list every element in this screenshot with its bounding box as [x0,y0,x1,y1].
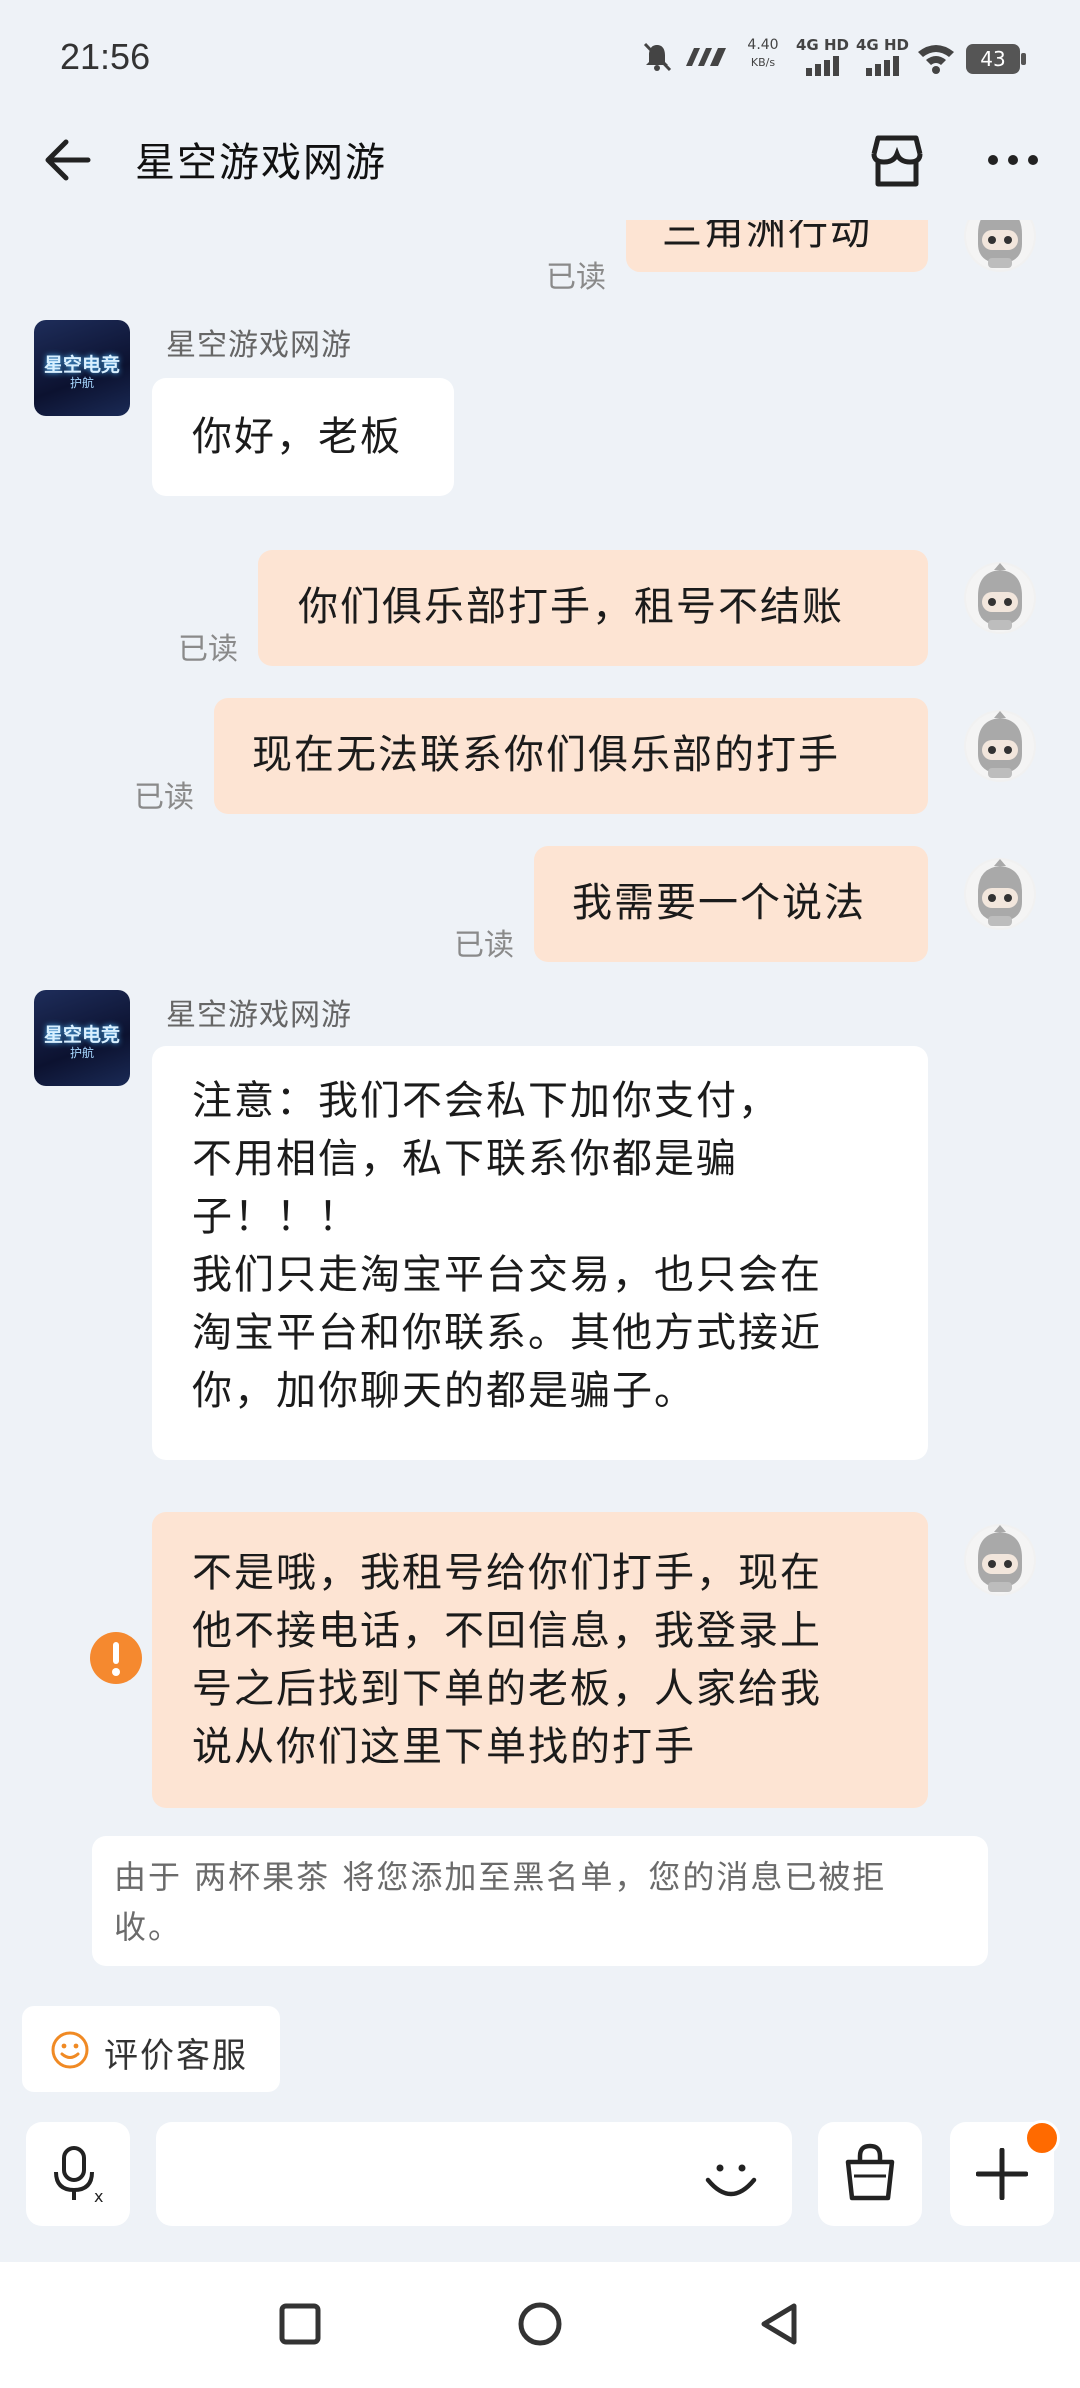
plus-icon [976,2148,1028,2200]
smiley-icon [51,2031,89,2069]
message-line: 我们只走淘宝平台交易，也只会在 [192,1252,822,1298]
message-text: 我需要一个说法 [572,880,866,926]
status-bar: 21:56 4.40 KB/s 4G HD 4G HD 43 [0,0,1080,110]
message-bubble-outgoing[interactable]: 三角洲行动 [626,220,928,272]
self-avatar [964,562,1036,634]
chat-title: 星空游戏网游 [135,140,387,186]
robot-avatar-icon [966,711,1034,780]
signal-bars-icon [806,56,839,76]
status-time: 21:56 [60,36,151,77]
rate-service-label: 评价客服 [104,2036,248,2076]
message-list[interactable]: 三角洲行动 已读 星空电竞 护航 星空游戏网游 你好，老板 你们俱乐部打手，租号… [0,220,1080,2000]
read-receipt: 已读 [134,780,194,815]
message-line: 不用相信，私下联系你都是骗 [192,1136,738,1182]
blacklist-notice: 由于 两杯果茶 将您添加至黑名单，您的消息已被拒 收。 [92,1836,988,1966]
robot-avatar-icon [966,859,1034,928]
signal-1-label: 4G HD [796,36,849,54]
message-line: 不是哦，我租号给你们打手，现在 [192,1550,822,1596]
message-line: 号之后找到下单的老板，人家给我 [192,1666,822,1712]
shop-avatar-text: 星空电竞 [43,354,120,376]
sender-name: 星空游戏网游 [166,998,352,1033]
system-navigation-bar [0,2262,1080,2388]
back-icon[interactable] [756,2300,802,2348]
battery-level: 43 [980,47,1006,71]
message-bubble-outgoing[interactable]: 你们俱乐部打手，租号不结账 [258,550,928,666]
notice-line: 收。 [114,1908,183,1946]
shopping-bag-button[interactable] [818,2122,922,2226]
self-avatar [964,220,1036,272]
message-text: 三角洲行动 [662,220,872,254]
wifi-icon [918,45,954,74]
hd-network-icon [686,48,726,66]
voice-input-button[interactable]: x [26,2122,130,2226]
message-bubble-outgoing[interactable]: 现在无法联系你们俱乐部的打手 [214,698,928,814]
net-speed-unit: KB/s [750,56,776,69]
read-receipt: 已读 [178,632,238,667]
battery-indicator: 43 [966,44,1020,74]
message-line: 注意：我们不会私下加你支付， [192,1078,780,1124]
notification-dot [1024,2120,1060,2156]
message-bubble-incoming[interactable]: 注意：我们不会私下加你支付， 不用相信，私下联系你都是骗 子！！！ 我们只走淘宝… [152,1046,928,1460]
send-failed-icon[interactable] [88,1630,144,1686]
signal-2-label: 4G HD [856,36,909,54]
message-input[interactable] [156,2122,792,2226]
svg-text:x: x [94,2187,103,2206]
message-line: 他不接电话，不回信息，我登录上 [192,1608,822,1654]
message-text: 现在无法联系你们俱乐部的打手 [252,732,840,778]
message-text: 你们俱乐部打手，租号不结账 [298,584,844,630]
read-receipt: 已读 [454,928,514,963]
emoji-icon[interactable] [702,2146,760,2204]
shop-avatar[interactable]: 星空电竞 护航 [34,990,130,1086]
mute-bell-icon [643,42,672,72]
message-bubble-incoming[interactable]: 你好，老板 [152,378,454,496]
robot-avatar-icon [966,220,1034,270]
net-speed-value: 4.40 [747,37,779,53]
more-options-icon[interactable] [986,150,1040,170]
message-line: 你，加你聊天的都是骗子。 [192,1368,696,1414]
read-receipt: 已读 [546,260,606,295]
self-avatar [964,710,1036,782]
shop-avatar[interactable]: 星空电竞 护航 [34,320,130,416]
message-line: 子！！！ [192,1194,360,1240]
sender-name: 星空游戏网游 [166,328,352,363]
message-bubble-outgoing-failed[interactable]: 不是哦，我租号给你们打手，现在 他不接电话，不回信息，我登录上 号之后找到下单的… [152,1512,928,1808]
message-text: 你好，老板 [192,414,402,460]
home-icon[interactable] [516,2300,564,2348]
self-avatar [964,1524,1036,1596]
robot-avatar-icon [966,563,1034,632]
message-bubble-outgoing[interactable]: 我需要一个说法 [534,846,928,962]
microphone-icon: x [54,2146,103,2206]
message-line: 说从你们这里下单找的打手 [192,1724,696,1770]
shop-avatar-subtext: 护航 [69,1046,94,1060]
shop-avatar-text: 星空电竞 [43,1024,120,1046]
back-arrow-icon[interactable] [40,132,96,188]
signal-bars-icon [866,56,899,76]
shop-avatar-subtext: 护航 [69,376,94,390]
self-avatar [964,858,1036,930]
store-icon[interactable] [866,130,928,192]
robot-avatar-icon [966,1525,1034,1594]
notice-line: 由于 两杯果茶 将您添加至黑名单，您的消息已被拒 [114,1858,887,1896]
shopping-bag-icon [845,2143,895,2201]
recent-apps-icon[interactable] [278,2302,322,2346]
message-line: 淘宝平台和你联系。其他方式接近 [192,1310,822,1356]
